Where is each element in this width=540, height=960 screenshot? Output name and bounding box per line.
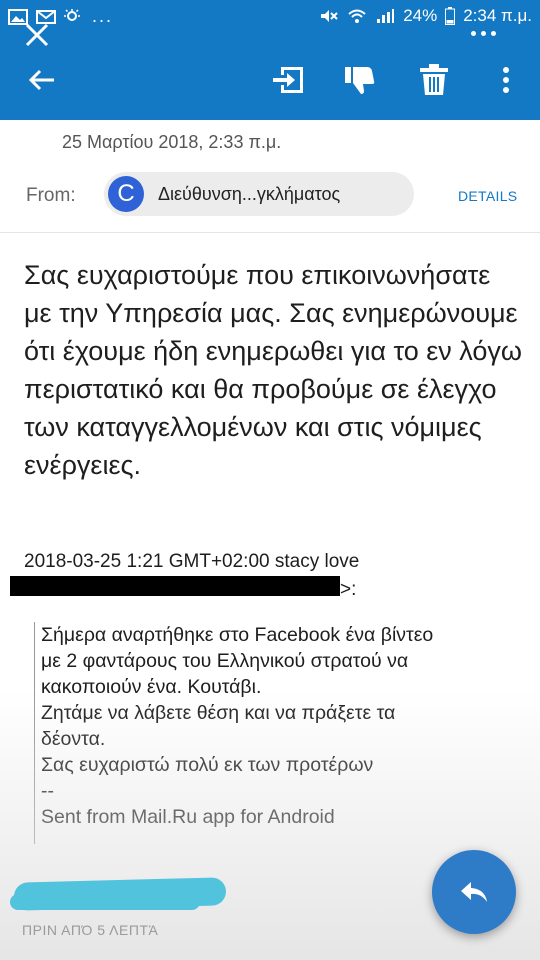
spam-icon — [345, 67, 375, 94]
back-arrow-icon — [28, 69, 54, 91]
quoted-line: -- — [41, 780, 54, 802]
redacted-sender-name-2 — [10, 894, 200, 910]
delete-icon — [420, 64, 448, 95]
quoted-email-tail: >: — [340, 576, 356, 604]
quoted-line: με 2 φαντάρους του Ελληνικού στρατού να — [41, 650, 409, 672]
more-notifications-icon: ... — [92, 6, 114, 26]
move-button[interactable] — [268, 60, 308, 100]
status-time: 2:34 π.μ. — [463, 6, 532, 25]
quoted-line: Sent from Mail.Ru app for Android — [41, 806, 335, 828]
weather-icon — [64, 8, 80, 21]
quote-header: 2018-03-25 1:21 GMT+02:00 stacy love — [24, 551, 360, 572]
email-tail-text: >: — [340, 579, 357, 600]
reply-icon — [461, 882, 487, 902]
move-to-icon — [273, 67, 303, 93]
redacted-email — [10, 576, 340, 596]
reply-message-text: Σας ευχαριστούμε που επικοινωνήσατε με τ… — [24, 260, 522, 480]
sender-chip[interactable]: C Διεύθυνση...γκλήματος — [104, 172, 414, 216]
wifi-icon — [348, 9, 366, 23]
signal-icon — [377, 9, 395, 23]
close-icon[interactable] — [24, 22, 50, 48]
status-bar: ... 24% 2:34 π.μ. — [0, 0, 540, 40]
mute-icon — [321, 10, 338, 22]
battery-icon — [445, 7, 456, 25]
header-divider — [0, 232, 540, 233]
sender-name: Διεύθυνση...γκλήματος — [158, 183, 341, 204]
quoted-line: Σήμερα αναρτήθηκε στο Facebook ένα βίντε… — [41, 624, 434, 646]
spam-button[interactable] — [340, 60, 380, 100]
time-ago-label: ΠΡΙΝ ΑΠΌ 5 ΛΕΠΤΆ — [22, 922, 159, 938]
status-bar-right: 24% 2:34 π.μ. — [319, 6, 532, 26]
overflow-menu-icon — [503, 67, 509, 93]
quoted-line: δέοντα. — [41, 728, 106, 750]
battery-percent: 24% — [403, 6, 438, 25]
overflow-menu-button[interactable] — [486, 60, 526, 100]
app-toolbar — [0, 40, 540, 120]
quoted-message: Σήμερα αναρτήθηκε στο Facebook ένα βίντε… — [34, 622, 521, 844]
quoted-line: κακοποιούν ένα. Κουτάβι. — [41, 676, 262, 698]
quoted-line: Ζητάμε να λάβετε θέση και να πράξετε τα — [41, 702, 396, 724]
from-label: From: — [26, 185, 76, 206]
status-more-dots — [471, 31, 496, 36]
delete-button[interactable] — [414, 60, 454, 100]
message-date: 25 Μαρτίου 2018, 2:33 π.μ. — [62, 132, 282, 152]
avatar: C — [108, 176, 144, 212]
reply-button[interactable] — [432, 850, 516, 934]
back-button[interactable] — [22, 60, 62, 100]
quoted-line: Σας ευχαριστώ πολύ εκ των προτέρων — [41, 754, 374, 776]
details-link[interactable]: DETAILS — [458, 188, 517, 204]
